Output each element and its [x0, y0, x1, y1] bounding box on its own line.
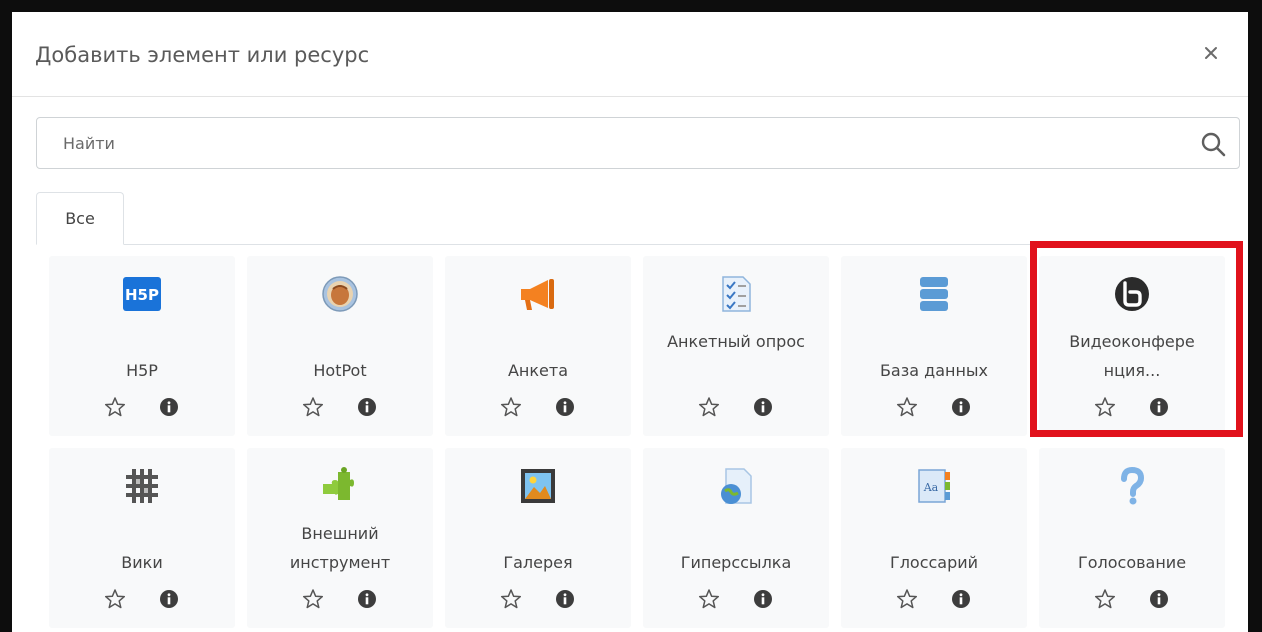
star-icon[interactable]	[1094, 396, 1116, 418]
close-icon	[1205, 47, 1217, 59]
star-icon[interactable]	[1094, 588, 1116, 610]
activity-card-golosovanie[interactable]: Голосование	[1039, 448, 1225, 628]
activity-card-h5p[interactable]: H5P H5P	[49, 256, 235, 436]
close-button[interactable]	[1196, 38, 1226, 68]
info-icon[interactable]	[951, 397, 971, 417]
survey-checklist-icon	[716, 274, 756, 314]
activity-label: Внешний инструмент	[289, 524, 391, 572]
star-icon[interactable]	[500, 396, 522, 418]
url-globe-icon	[716, 466, 756, 506]
info-icon[interactable]	[753, 589, 773, 609]
search-icon[interactable]	[1199, 130, 1227, 158]
star-icon[interactable]	[698, 396, 720, 418]
activity-card-videokonferenciya[interactable]: Видеоконфере нция...	[1039, 256, 1225, 436]
star-icon[interactable]	[698, 588, 720, 610]
info-icon[interactable]	[555, 397, 575, 417]
activity-card-vneshnij-instrument[interactable]: Внешний инструмент	[247, 448, 433, 628]
question-mark-icon	[1112, 466, 1152, 506]
gallery-image-icon	[518, 466, 558, 506]
info-icon[interactable]	[357, 397, 377, 417]
activity-label: Анкетный опрос	[667, 332, 805, 351]
info-icon[interactable]	[951, 589, 971, 609]
star-icon[interactable]	[500, 588, 522, 610]
wiki-icon	[122, 466, 162, 506]
star-icon[interactable]	[896, 396, 918, 418]
activity-card-hotpot[interactable]: HotPot	[247, 256, 433, 436]
tab-all[interactable]: Все	[36, 192, 124, 245]
star-icon[interactable]	[896, 588, 918, 610]
info-icon[interactable]	[357, 589, 377, 609]
activity-label: База данных	[879, 361, 989, 380]
star-icon[interactable]	[104, 588, 126, 610]
svg-text:Aa: Aa	[923, 481, 939, 494]
activity-label: Вики	[121, 553, 163, 572]
search-box	[36, 117, 1240, 169]
star-icon[interactable]	[104, 396, 126, 418]
activity-card-glossarij[interactable]: Aa Глоссарий	[841, 448, 1027, 628]
glossary-icon: Aa	[914, 466, 954, 506]
info-icon[interactable]	[159, 397, 179, 417]
activity-label: Анкета	[507, 361, 569, 380]
tab-all-label: Все	[65, 209, 95, 228]
megaphone-icon	[518, 274, 558, 314]
info-icon[interactable]	[159, 589, 179, 609]
hotpot-icon	[320, 274, 360, 314]
activity-card-anketa[interactable]: Анкета	[445, 256, 631, 436]
add-activity-modal: Добавить элемент или ресурс Все H5P H5P	[12, 12, 1248, 632]
activity-label: Галерея	[503, 553, 573, 572]
activity-card-baza-dannyh[interactable]: База данных	[841, 256, 1027, 436]
activity-label: Глоссарий	[889, 553, 979, 572]
bigbluebutton-icon	[1112, 274, 1152, 314]
modal-header: Добавить элемент или ресурс	[12, 12, 1248, 97]
tabs-divider	[36, 244, 1240, 245]
star-icon[interactable]	[302, 396, 324, 418]
database-icon	[914, 274, 954, 314]
activity-card-anketnyj-opros[interactable]: Анкетный опрос	[643, 256, 829, 436]
search-input[interactable]	[37, 118, 1177, 168]
activity-label: Видеоконфере нция...	[1069, 332, 1195, 380]
h5p-icon: H5P	[122, 274, 162, 314]
activity-card-viki[interactable]: Вики	[49, 448, 235, 628]
info-icon[interactable]	[1149, 397, 1169, 417]
star-icon[interactable]	[302, 588, 324, 610]
info-icon[interactable]	[753, 397, 773, 417]
modal-title: Добавить элемент или ресурс	[35, 43, 370, 67]
puzzle-icon	[320, 466, 360, 506]
activity-label: Гиперссылка	[680, 553, 792, 572]
svg-text:H5P: H5P	[125, 286, 159, 304]
activity-label: HotPot	[313, 361, 367, 380]
activity-card-giperssylka[interactable]: Гиперссылка	[643, 448, 829, 628]
info-icon[interactable]	[1149, 589, 1169, 609]
activity-card-galereya[interactable]: Галерея	[445, 448, 631, 628]
activity-label: H5P	[126, 361, 158, 380]
info-icon[interactable]	[555, 589, 575, 609]
activity-label: Голосование	[1077, 553, 1187, 572]
